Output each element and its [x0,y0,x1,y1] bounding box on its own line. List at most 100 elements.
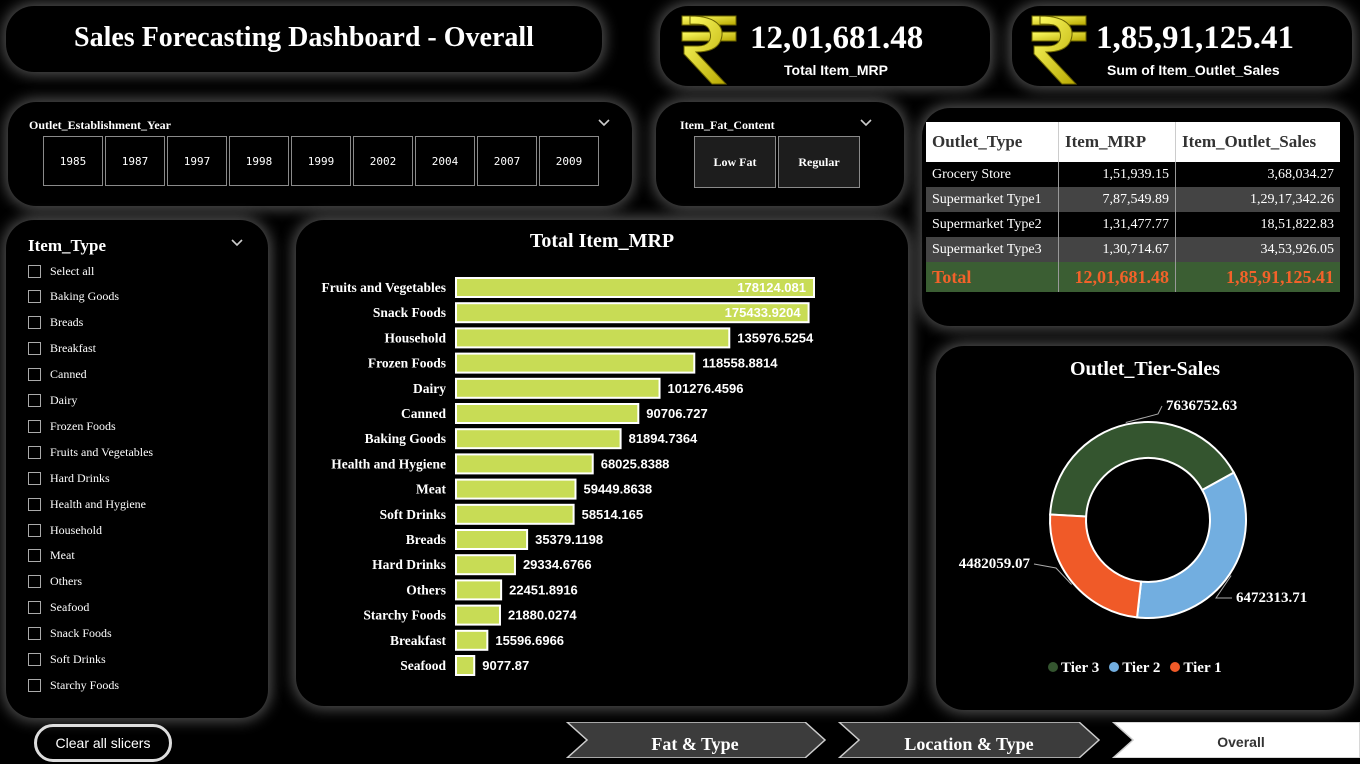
bar[interactable] [455,327,731,349]
outlet-type-table: Outlet_Type Item_MRP Item_Outlet_Sales G… [922,108,1354,326]
year-option-1997[interactable]: 1997 [167,136,227,186]
checkbox[interactable] [28,523,41,537]
donut-slice[interactable] [1049,513,1143,619]
bar[interactable] [455,629,489,651]
bar[interactable] [455,377,661,399]
table-cell: Supermarket Type1 [926,187,1059,212]
item-type-option[interactable]: Breakfast [28,339,96,359]
fat-option-low-fat[interactable]: Low Fat [694,136,776,188]
bar[interactable] [455,655,476,676]
bar[interactable] [455,453,594,475]
nav-fat-type-button[interactable]: Fat & Type [590,724,800,764]
checkbox[interactable] [28,549,41,563]
checkbox[interactable] [28,575,41,589]
checkbox[interactable] [28,290,41,304]
item-type-option[interactable]: Fruits and Vegetables [28,442,153,462]
donut-slice[interactable] [1135,471,1247,619]
data-label: 9077.87 [482,658,529,673]
bar[interactable] [455,403,640,424]
bar[interactable] [455,503,575,525]
table-cell: 1,29,17,342.26 [1175,187,1340,212]
option-label: Household [50,522,102,537]
item-type-option[interactable]: Snack Foods [28,624,112,644]
donut-slice[interactable] [1049,421,1236,518]
checkbox[interactable] [28,627,41,641]
bar[interactable] [455,554,516,576]
year-option-1999[interactable]: 1999 [291,136,351,186]
year-option-2009[interactable]: 2009 [539,136,599,186]
checkbox[interactable] [28,601,41,615]
chart-legend: Tier 3 Tier 2 Tier 1 [1048,660,1222,677]
item-type-option[interactable]: Breads [28,313,83,333]
checkbox[interactable] [28,368,41,382]
bar[interactable] [455,579,503,601]
data-label: 22451.8916 [509,582,578,597]
item-type-option[interactable]: Select all [28,261,94,281]
item-type-option[interactable]: Dairy [28,391,77,411]
page-title: Sales Forecasting Dashboard - Overall [74,22,534,53]
item-type-option[interactable]: Seafood [28,598,89,618]
option-label: Others [50,574,82,589]
category-label: Starchy Foods [363,608,446,623]
category-label: Hard Drinks [372,557,446,572]
item-type-option[interactable]: Starchy Foods [28,675,119,695]
legend-item[interactable]: Tier 2 [1109,660,1160,677]
legend-swatch [1109,662,1120,672]
year-option-2004[interactable]: 2004 [415,136,475,186]
table-cell: 12,01,681.48 [1058,262,1176,292]
data-label: 178124.081 [737,280,806,295]
checkbox[interactable] [28,394,41,407]
chevron-down-icon[interactable] [859,116,873,130]
checkbox[interactable] [28,678,41,692]
checkbox[interactable] [28,471,41,485]
checkbox[interactable] [28,316,41,330]
checkbox[interactable] [28,497,41,511]
item-type-option[interactable]: Household [28,520,102,540]
kpi-value: 12,01,681.48 [750,20,924,56]
bar[interactable] [455,604,501,626]
bar[interactable] [455,529,529,550]
item-type-slicer: Item_Type Select all Baking Goods Breads Br… [6,220,268,718]
column-header[interactable]: Item_MRP [1058,122,1176,162]
bar[interactable] [455,352,696,374]
table-cell: 1,30,714.67 [1058,237,1176,262]
nav-location-type-button[interactable]: Location & Type [862,724,1076,764]
checkbox[interactable] [28,342,41,356]
nav-overall-button[interactable]: Overall [1136,722,1346,762]
clear-all-slicers-button[interactable]: Clear all slicers [34,724,172,762]
data-label: 68025.8388 [601,456,670,471]
data-label: 59449.8638 [583,482,652,497]
chevron-down-icon[interactable] [230,236,244,250]
data-label: 21880.0274 [508,608,577,623]
item-type-option[interactable]: Health and Hygiene [28,494,146,514]
year-option-1987[interactable]: 1987 [105,136,165,186]
bar[interactable] [455,428,622,450]
column-header[interactable]: Outlet_Type [926,122,1059,162]
data-label: 15596.6966 [495,633,564,648]
fat-option-regular[interactable]: Regular [778,136,860,188]
table-header-row: Outlet_Type Item_MRP Item_Outlet_Sales [926,122,1340,162]
year-option-1985[interactable]: 1985 [43,136,103,186]
legend-item[interactable]: Tier 1 [1170,660,1222,677]
year-option-1998[interactable]: 1998 [229,136,289,186]
item-type-option[interactable]: Hard Drinks [28,468,110,488]
checkbox[interactable] [28,445,41,459]
table-cell: Supermarket Type3 [926,237,1059,262]
checkbox[interactable] [28,653,41,666]
checkbox[interactable] [28,264,41,278]
year-option-2002[interactable]: 2002 [353,136,413,186]
legend-item[interactable]: Tier 3 [1048,660,1099,677]
legend-swatch [1048,662,1058,672]
item-type-option[interactable]: Others [28,572,82,592]
item-type-option[interactable]: Frozen Foods [28,416,116,436]
chevron-down-icon[interactable] [597,116,611,130]
column-header[interactable]: Item_Outlet_Sales [1175,122,1340,162]
checkbox[interactable] [28,419,41,433]
item-type-option[interactable]: Canned [28,365,87,385]
item-type-option[interactable]: Baking Goods [28,287,119,307]
item-type-option[interactable]: Meat [28,546,75,566]
bar[interactable] [455,478,577,500]
table-total-row: Total 12,01,681.48 1,85,91,125.41 [926,262,1340,292]
item-type-option[interactable]: Soft Drinks [28,650,106,670]
year-option-2007[interactable]: 2007 [477,136,537,186]
